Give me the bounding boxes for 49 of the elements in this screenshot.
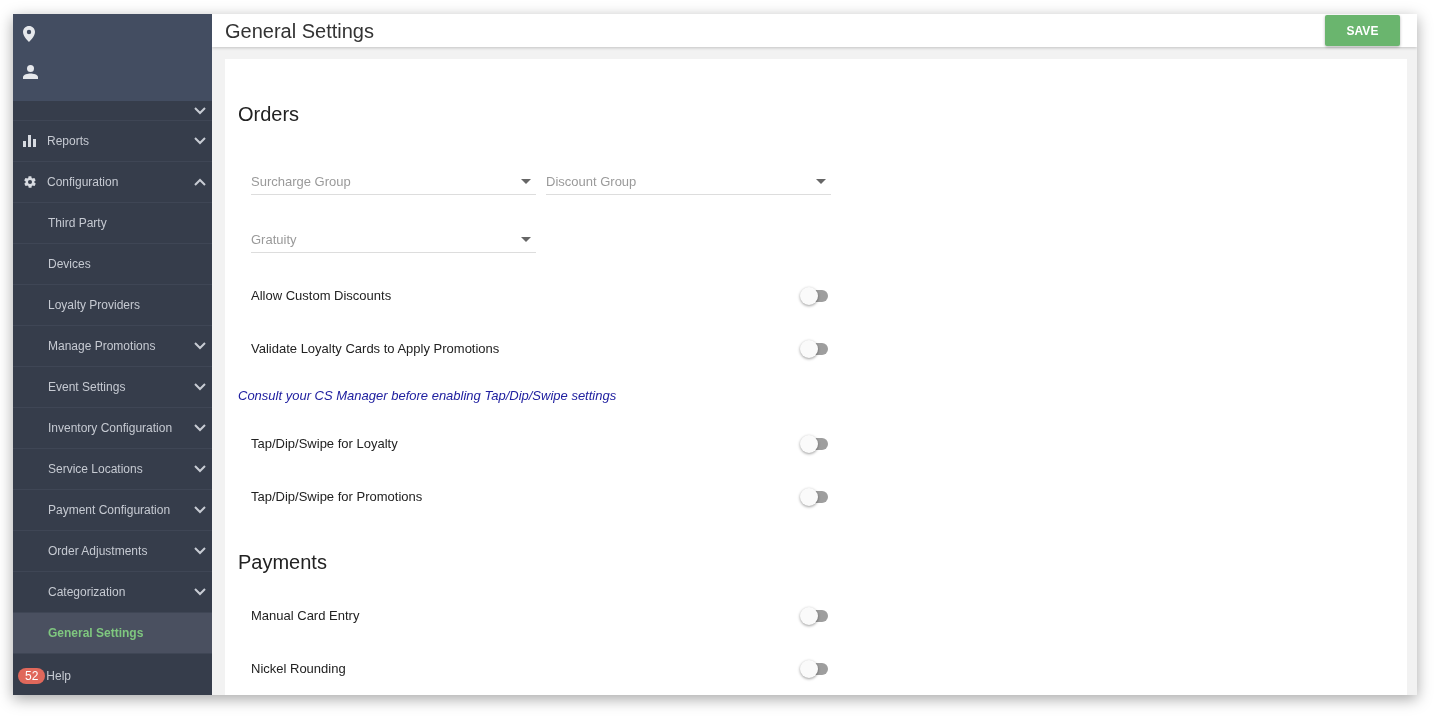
- setting-label: Allow Custom Discounts: [251, 286, 392, 305]
- setting-label: Tap/Dip/Swipe for Promotions: [251, 487, 423, 506]
- toggle-switch[interactable]: [800, 434, 830, 453]
- toggle-switch[interactable]: [800, 659, 830, 678]
- bar-chart-icon: [23, 135, 36, 147]
- menu-label: Inventory Configuration: [48, 420, 173, 437]
- toggle-switch[interactable]: [800, 339, 830, 358]
- setting-label: Validate Loyalty Cards to Apply Promotions: [251, 339, 500, 358]
- setting-label: Nickel Rounding: [251, 659, 346, 678]
- setting-label: Tap/Dip/Swipe for Loyalty: [251, 434, 398, 453]
- chevron-down-icon: [194, 424, 206, 432]
- menu-label: Devices: [48, 256, 91, 273]
- toggle-switch[interactable]: [800, 606, 830, 625]
- chevron-down-icon: [194, 106, 206, 115]
- menu-label: Reports: [47, 133, 90, 150]
- menu-label: Loyalty Providers: [48, 297, 141, 314]
- menu-label: Payment Configuration: [48, 502, 171, 519]
- chevron-up-icon: [194, 178, 206, 186]
- section-heading: Orders: [238, 102, 301, 127]
- chevron-down-icon: [194, 465, 206, 473]
- help-link[interactable]: Help: [46, 667, 72, 685]
- chevron-down-icon: [194, 588, 206, 596]
- chevron-down-icon: [194, 137, 206, 145]
- count-badge: 52: [18, 668, 46, 684]
- menu-label: Service Locations: [48, 461, 143, 478]
- chevron-down-icon: [194, 383, 206, 391]
- menu-label: General Settings: [48, 625, 144, 642]
- page-title: General Settings: [225, 18, 374, 44]
- submenu-item[interactable]: General Settings: [13, 613, 212, 654]
- chevron-down-icon: [194, 547, 206, 555]
- gear-icon: [22, 175, 37, 189]
- warning-note: Consult your CS Manager before enabling Tap/Dip/Swipe settings: [238, 387, 617, 406]
- chevron-down-icon: [194, 342, 206, 350]
- menu-label: Configuration: [47, 174, 119, 191]
- location-pin-icon: [23, 26, 35, 42]
- chevron-down-icon: [194, 506, 206, 514]
- section-heading: Payments: [238, 550, 328, 575]
- setting-label: Manual Card Entry: [251, 606, 360, 625]
- dropdown-arrow-icon: [816, 179, 826, 184]
- menu-label: Third Party: [48, 215, 107, 232]
- dropdown-arrow-icon: [521, 179, 531, 184]
- menu-label: Manage Promotions: [48, 338, 156, 355]
- toggle-switch[interactable]: [800, 286, 830, 305]
- toggle-switch[interactable]: [800, 487, 830, 506]
- menu-label: Order Adjustments: [48, 543, 148, 560]
- dropdown-arrow-icon: [521, 237, 531, 242]
- user-icon: [23, 65, 38, 79]
- menu-label: Categorization: [48, 584, 126, 601]
- menu-label: Event Settings: [48, 379, 126, 396]
